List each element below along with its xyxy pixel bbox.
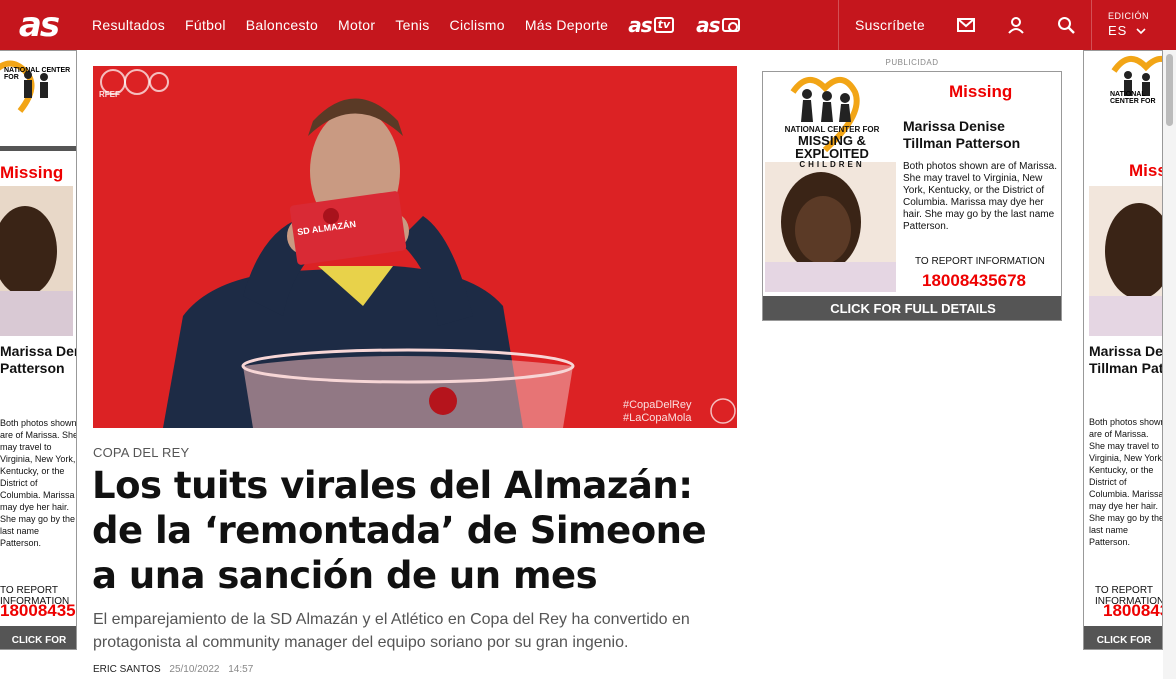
ad-child-name: Marissa Denise Tillman Patterson [903,118,1021,151]
ncmec-line4: CHILDREN [799,160,865,169]
left-ad-missing: Missing [0,163,64,182]
section-menu: Resultados Fútbol Baloncesto Motor Tenis… [92,0,762,50]
search-icon[interactable] [1041,0,1091,50]
edition-label: EDICIÓN [1108,11,1150,21]
article-headline[interactable]: Los tuits virales del Almazán: de la ‘re… [92,463,732,598]
ad-description: Both photos shown are of Marissa. She ma… [903,161,1057,232]
left-ad-name: Marissa Denise Tillman Patterson [0,343,76,376]
tv-badge: tv [653,17,675,33]
nav-item-motor[interactable]: Motor [338,17,375,33]
hero-hashtag-2: #LaCopaMola [623,412,692,424]
nav-item-resultados[interactable]: Resultados [92,17,165,33]
ad-report-label: TO REPORT INFORMATION [915,256,1045,267]
right-ad-org-line1: NATIONAL CENTER FOR [1110,91,1156,105]
user-icon[interactable] [991,0,1041,50]
left-ad-desc: Both photos shown are of Marissa. She ma… [0,418,77,548]
nav-right-tools: Suscríbete [838,0,1091,50]
ad-missing-title: Missing [949,82,1013,101]
camera-icon [721,18,740,32]
article-author[interactable]: ERIC SANTOS [93,664,161,675]
missing-child-ad[interactable]: NATIONAL CENTER FOR MISSING & EXPLOITED … [762,71,1062,321]
subscribe-link[interactable]: Suscríbete [839,17,941,33]
nav-item-tenis[interactable]: Tenis [395,17,429,33]
as-photo-link[interactable]: as [696,13,740,37]
right-skin-ad[interactable]: NATIONAL CENTER FOR Missing Marissa Deni… [1083,50,1163,650]
right-ad-name: Marissa Denise Tillman Patterson [1089,343,1163,376]
edition-selector[interactable]: EDICIÓN ES [1091,0,1161,50]
nav-item-ciclismo[interactable]: Ciclismo [450,17,505,33]
nav-item-futbol[interactable]: Fútbol [185,17,226,33]
as-photo-logo-text: as [696,13,720,37]
as-tv-link[interactable]: as tv [628,13,675,37]
right-ad-desc: Both photos shown are of Marissa. She ma… [1089,417,1163,547]
left-ad-phone: 18008435678 [0,601,76,620]
right-ad-phone: 18008435678 [1103,601,1162,620]
left-ad-org-line1: NATIONAL CENTER FOR [4,67,71,81]
left-skin-ad[interactable]: NATIONAL CENTER FOR Missing Marissa Deni… [0,50,77,650]
top-nav-bar: as Resultados Fútbol Baloncesto Motor Te… [0,0,1176,50]
ad-full-details-button[interactable]: CLICK FOR FULL DETAILS [763,296,1061,320]
edition-code: ES [1108,23,1128,38]
hero-federation-logo: RFEF [99,90,120,99]
article-lede: El emparejamiento de la SD Almazán y el … [93,611,690,651]
ad-phone-number[interactable]: 18008435678 [922,271,1026,291]
right-ad-cta[interactable]: CLICK FOR FULL DETAILS [1084,631,1162,649]
chevron-down-icon [1136,28,1146,35]
article-date: 25/10/2022 [169,664,220,675]
page-scrollbar[interactable] [1163,50,1176,679]
nav-item-baloncesto[interactable]: Baloncesto [246,17,318,33]
ncmec-logo: NATIONAL CENTER FOR MISSING & EXPLOITED … [777,125,887,169]
ad-label: PUBLICIDAD [885,58,939,67]
hero-photo [93,66,737,428]
as-logo[interactable]: as [0,0,77,50]
article-section-label[interactable]: COPA DEL REY [93,445,189,460]
article-byline: ERIC SANTOS 25/10/2022 14:57 [93,664,259,675]
edition-value: ES [1108,23,1161,38]
article-hero-image[interactable]: SD ALMAZÁN RFEF #CopaDelRey #LaCopaMola [93,66,737,428]
nav-item-mas-deporte[interactable]: Más Deporte [525,17,608,33]
as-tv-logo-text: as [628,13,652,37]
article-time: 14:57 [228,664,254,675]
scrollbar-thumb[interactable] [1166,54,1173,126]
right-ad-missing: Missing [1129,161,1162,180]
hero-hashtag-1: #CopaDelRey [623,399,692,411]
mail-icon[interactable] [941,0,991,50]
left-ad-cta[interactable]: CLICK FOR FULL DETAILS [0,631,76,649]
ncmec-line3: EXPLOITED [795,146,869,161]
